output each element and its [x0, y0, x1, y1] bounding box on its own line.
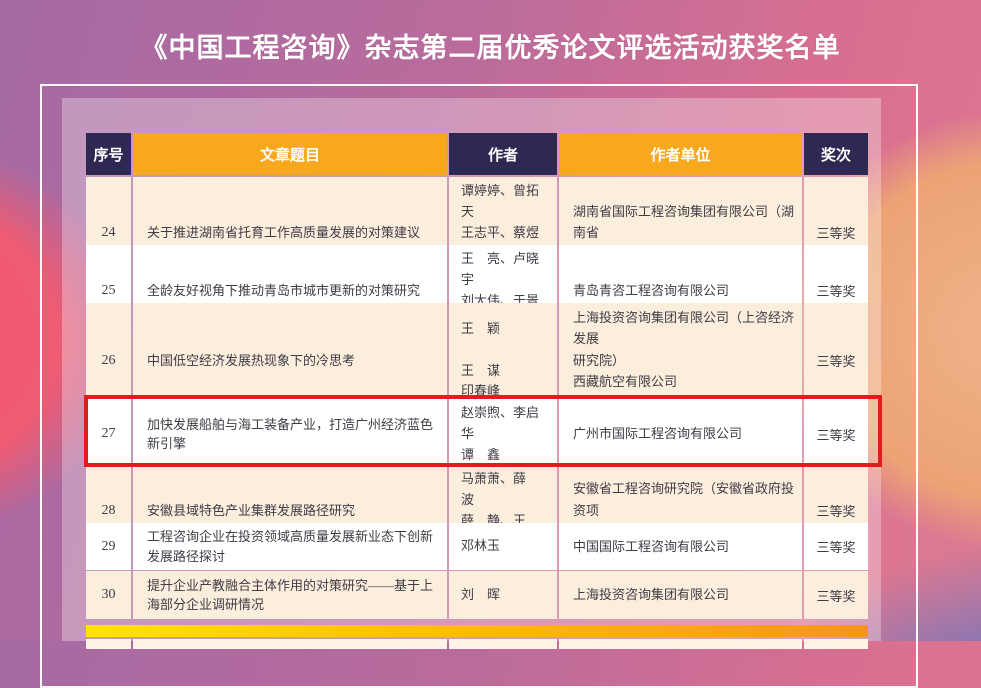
award-level: 三等奖: [804, 571, 868, 619]
article-title: 提升企业产教融合主体作用的对策研究——基于上海部分企业调研情况: [133, 571, 447, 619]
table-row: 24 关于推进湖南省托育工作高质量发展的对策建议 谭婷婷、曾拓天 王志平、蔡煜杰…: [86, 177, 868, 243]
table-row: 29 工程咨询企业在投资领域高质量发展新业态下创新发展路径探讨 邓林玉 中国国际…: [86, 523, 868, 569]
table-row: 25 全龄友好视角下推动青岛市城市更新的对策研究 王 亮、卢晓宇 刘大伟、于景菲…: [86, 245, 868, 301]
award-table: 序号 文章题目 作者 作者单位 奖次 24 关于推进湖南省托育工作高质量发展的对…: [86, 133, 868, 619]
author-organization: 上海投资咨询集团有限公司: [559, 571, 802, 619]
article-authors: 刘 晖: [449, 571, 557, 619]
article-title: 工程咨询企业在投资领域高质量发展新业态下创新发展路径探讨: [133, 523, 447, 570]
header-cell-title: 文章题目: [133, 133, 447, 175]
header-cell-number: 序号: [86, 133, 131, 175]
poster-page: { "page": { "title": "《中国工程咨询》杂志第二届优秀论文评…: [0, 0, 981, 641]
article-authors: 邓林玉: [449, 523, 557, 570]
author-organization: 中国国际工程咨询有限公司: [559, 523, 802, 570]
highlight-red-box: [84, 395, 882, 467]
header-cell-authors: 作者: [449, 133, 557, 175]
table-row: 26 中国低空经济发展热现象下的冷思考 王 颖 王 谋 印春峰 上海投资咨询集团…: [86, 303, 868, 397]
page-title: 《中国工程咨询》杂志第二届优秀论文评选活动获奖名单: [0, 26, 981, 65]
header-cell-organization: 作者单位: [559, 133, 802, 175]
row-number: 29: [86, 523, 131, 570]
table-header-row: 序号 文章题目 作者 作者单位 奖次: [86, 133, 868, 175]
table-row: 30 提升企业产教融合主体作用的对策研究——基于上海部分企业调研情况 刘 晖 上…: [86, 571, 868, 619]
table-row: 28 安徽县域特色产业集群发展路径研究 马萧萧、薛 波 薛 静、王 亮 安徽省工…: [86, 465, 868, 521]
header-cell-award: 奖次: [804, 133, 868, 175]
row-number: 30: [86, 571, 131, 619]
divider-bar: [86, 625, 868, 637]
award-level: 三等奖: [804, 523, 868, 570]
